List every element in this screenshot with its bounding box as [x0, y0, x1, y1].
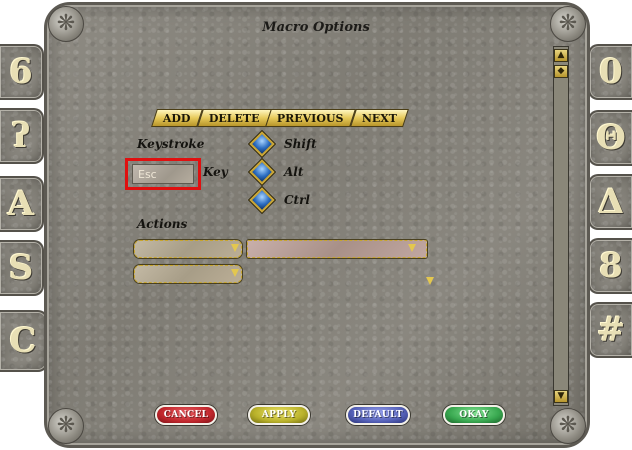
ctrl-label: Ctrl [284, 193, 310, 207]
delete-button[interactable]: DELETE [196, 109, 272, 127]
left-tab-4[interactable]: S [0, 240, 44, 296]
default-button[interactable]: DEFAULT [346, 405, 410, 425]
left-tab-5[interactable]: C [0, 310, 48, 372]
scroll-down-icon[interactable]: ▼ [554, 390, 568, 403]
chevron-down-icon [231, 244, 239, 252]
rune-8-icon: 8 [599, 246, 623, 286]
alt-toggle[interactable] [249, 159, 275, 185]
scrollbar[interactable]: ▲ ◆ ▼ [553, 46, 569, 406]
rune-a-icon: A [7, 184, 35, 224]
rune-hook-icon: ʔ [11, 116, 31, 156]
left-tab-1[interactable]: 6 [0, 44, 44, 100]
action-dropdown-2[interactable] [134, 265, 242, 283]
action-dropdown-1[interactable] [134, 240, 242, 258]
right-tab-5[interactable]: # [588, 302, 632, 358]
diamond-toggle-icon [249, 187, 275, 213]
chevron-down-icon[interactable] [426, 277, 434, 285]
macro-nav-bar: ADD DELETE PREVIOUS NEXT [151, 109, 409, 127]
scroll-up-icon[interactable]: ▲ [554, 49, 568, 62]
key-label: Key [203, 165, 228, 179]
right-tab-3[interactable]: Δ [588, 174, 632, 230]
next-button[interactable]: NEXT [349, 109, 409, 127]
left-tab-2[interactable]: ʔ [0, 108, 44, 164]
ctrl-toggle[interactable] [249, 187, 275, 213]
scroll-thumb[interactable]: ◆ [554, 65, 568, 78]
alt-label: Alt [284, 165, 304, 179]
rune-mouse-icon: 0 [599, 52, 623, 92]
right-tab-4[interactable]: 8 [588, 238, 632, 294]
shift-toggle[interactable] [249, 131, 275, 157]
corner-ornament-icon [550, 408, 586, 444]
previous-button[interactable]: PREVIOUS [265, 109, 356, 127]
shift-label: Shift [284, 137, 317, 151]
okay-button[interactable]: OKAY [443, 405, 505, 425]
rune-triangle-icon: Δ [597, 182, 625, 222]
rune-c-icon: C [9, 321, 37, 361]
diamond-toggle-icon [249, 131, 275, 157]
rune-eye-icon: Θ [596, 118, 626, 158]
rune-6-icon: 6 [9, 52, 33, 92]
apply-button[interactable]: APPLY [248, 405, 310, 425]
corner-ornament-icon [48, 408, 84, 444]
key-input[interactable]: Esc [132, 164, 194, 184]
window-title: Macro Options [262, 20, 370, 35]
action-parameter-dropdown[interactable] [247, 240, 427, 258]
cancel-button[interactable]: CANCEL [155, 405, 217, 425]
left-tab-3[interactable]: A [0, 176, 44, 232]
keystroke-label: Keystroke [137, 137, 205, 151]
macro-options-panel [44, 2, 590, 448]
chevron-down-icon [231, 269, 239, 277]
actions-label: Actions [137, 217, 188, 231]
right-tab-1[interactable]: 0 [588, 44, 632, 100]
diamond-toggle-icon [249, 159, 275, 185]
chevron-down-icon [408, 244, 416, 252]
rune-grid-icon: # [596, 310, 626, 350]
right-tab-2[interactable]: Θ [588, 110, 632, 166]
rune-s-icon: S [8, 248, 34, 288]
add-button[interactable]: ADD [151, 109, 203, 127]
